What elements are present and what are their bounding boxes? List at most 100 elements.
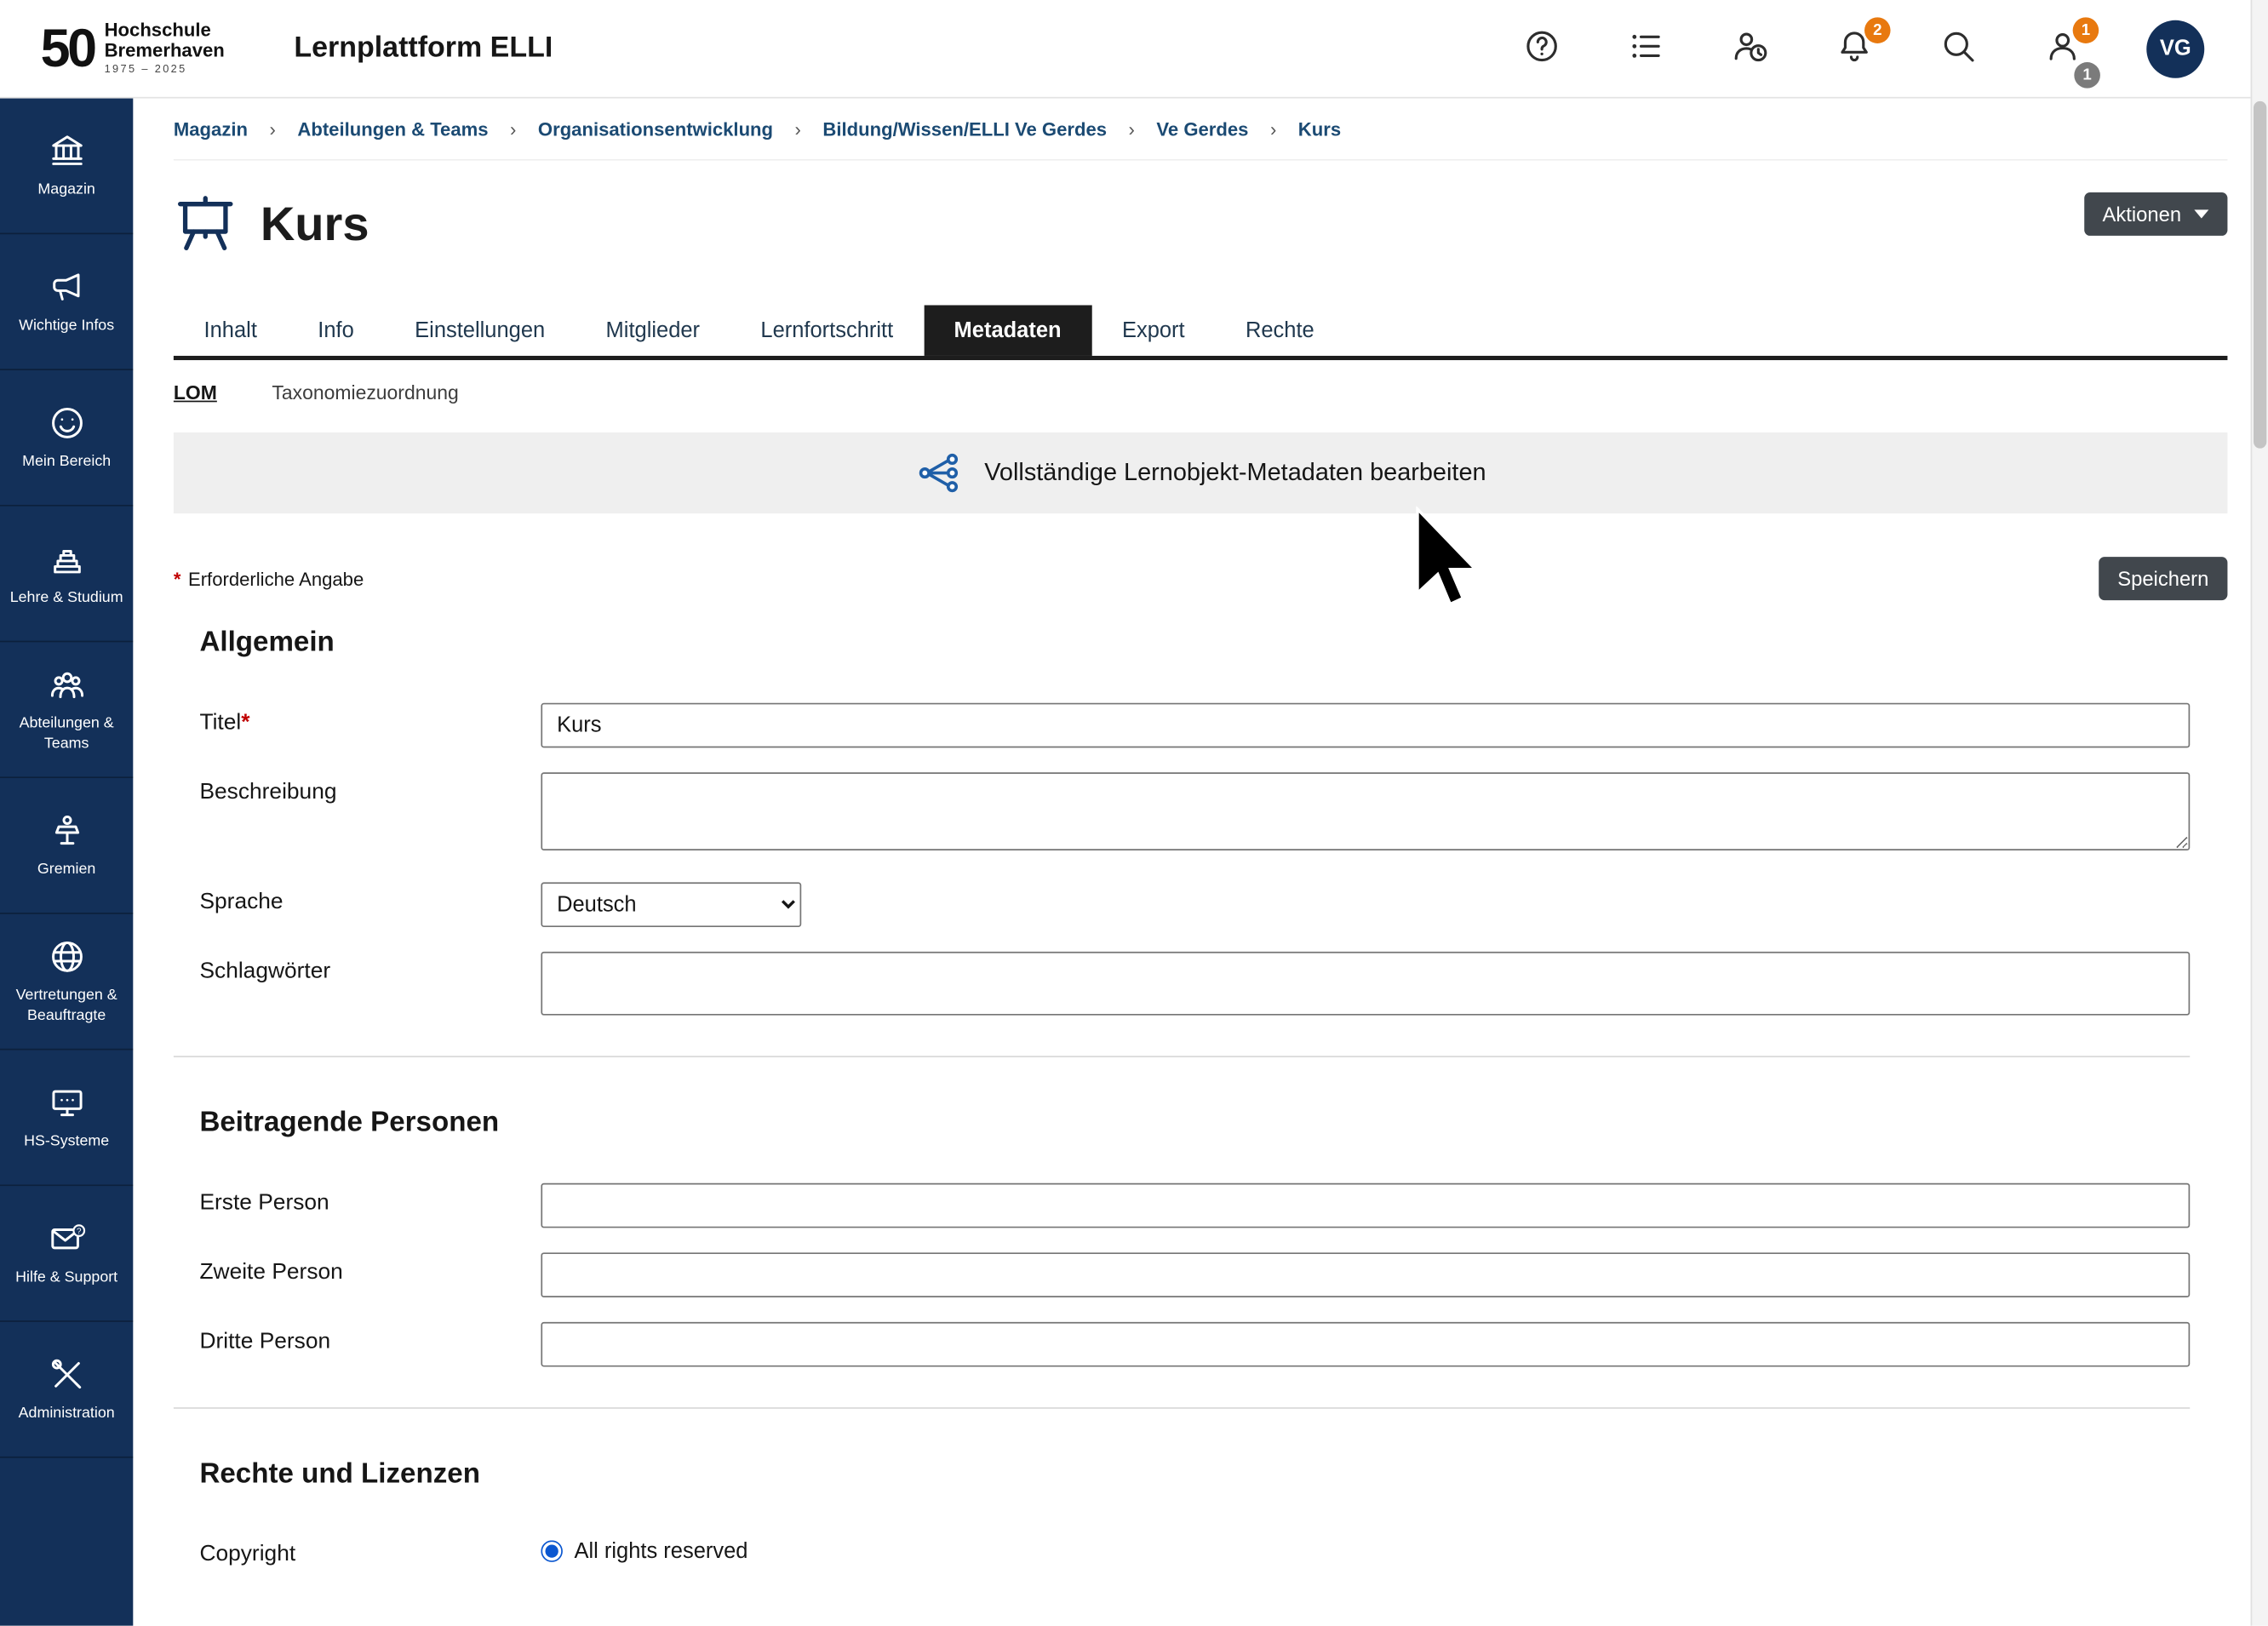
sidebar-item-lehre-studium[interactable]: Lehre & Studium — [0, 507, 133, 643]
lectern-icon — [47, 811, 86, 850]
sidebar-item-abteilungen-teams[interactable]: Abteilungen & Teams — [0, 642, 133, 778]
logo-line1: Hochschule — [105, 21, 225, 42]
question-circle-icon — [1523, 27, 1561, 69]
notifications-badge: 2 — [1864, 17, 1891, 43]
tools-icon — [47, 1354, 86, 1394]
required-note: * Erforderliche Angabe — [174, 568, 364, 589]
books-icon — [47, 539, 86, 578]
logo-50: 50 — [41, 21, 94, 75]
breadcrumb-link-bildung-wissen[interactable]: Bildung/Wissen/ELLI Ve Gerdes — [822, 117, 1107, 139]
lists-button[interactable] — [1626, 28, 1667, 69]
section-heading-allgemein: Allgemein — [174, 627, 2228, 660]
tab-metadaten[interactable]: Metadaten — [924, 305, 1091, 355]
tab-info[interactable]: Info — [288, 305, 385, 355]
subtab-lom[interactable]: LOM — [174, 382, 217, 404]
titel-label: Titel* — [199, 703, 541, 736]
smiley-icon — [47, 403, 86, 442]
sidebar-item-wichtige-infos[interactable]: Wichtige Infos — [0, 234, 133, 370]
section-divider — [174, 1056, 2190, 1057]
erste-person-input[interactable] — [541, 1183, 2190, 1228]
logo-line2: Bremerhaven — [105, 41, 225, 61]
sidebar-item-hilfe-support[interactable]: ? Hilfe & Support — [0, 1186, 133, 1322]
globe-icon — [47, 937, 86, 976]
user-avatar[interactable]: VG — [2146, 20, 2204, 77]
course-easel-icon — [174, 192, 238, 256]
breadcrumb-separator: › — [510, 117, 516, 139]
mail-help-icon: ? — [47, 1219, 86, 1258]
dritte-person-label: Dritte Person — [199, 1322, 541, 1355]
user-clock-icon — [1732, 27, 1769, 69]
sprache-select[interactable]: Deutsch — [541, 882, 801, 927]
form-row-beschreibung: Beschreibung — [174, 772, 2228, 857]
zweite-person-input[interactable] — [541, 1252, 2190, 1297]
topbar-actions: 2 1 1 VG — [1521, 20, 2268, 77]
titel-input[interactable] — [541, 703, 2190, 748]
tab-inhalt[interactable]: Inhalt — [174, 305, 288, 355]
page-title: Kurs — [261, 197, 369, 252]
search-button[interactable] — [1939, 28, 1979, 69]
section-heading-beitragende: Beitragende Personen — [174, 1107, 2228, 1140]
sprache-label: Sprache — [199, 882, 541, 915]
help-button[interactable] — [1521, 28, 1562, 69]
breadcrumb-link-kurs[interactable]: Kurs — [1298, 117, 1341, 139]
app-title: Lernplattform ELLI — [294, 31, 553, 65]
copyright-label: Copyright — [199, 1535, 541, 1568]
svg-text:?: ? — [76, 1227, 81, 1236]
breadcrumb-link-abteilungen[interactable]: Abteilungen & Teams — [297, 117, 488, 139]
sidebar-item-hs-systeme[interactable]: HS-Systeme — [0, 1050, 133, 1186]
sidebar-item-magazin[interactable]: Magazin — [0, 99, 133, 235]
subtab-bar: LOM Taxonomiezuordnung — [174, 382, 2228, 404]
beschreibung-label: Beschreibung — [199, 772, 541, 805]
sidebar-item-gremien[interactable]: Gremien — [0, 778, 133, 914]
tab-einstellungen[interactable]: Einstellungen — [384, 305, 575, 355]
bank-icon — [47, 131, 86, 170]
people-icon — [47, 665, 86, 704]
app-window: 50 Hochschule Bremerhaven 1975 – 2025 Le… — [0, 0, 2268, 1626]
metadata-form: Allgemein Titel* Beschreibung Sprache — [174, 627, 2228, 1568]
chevron-down-icon — [2194, 209, 2208, 218]
tab-lernfortschritt[interactable]: Lernfortschritt — [730, 305, 924, 355]
tab-mitglieder[interactable]: Mitglieder — [576, 305, 730, 355]
section-heading-rechte: Rechte und Lizenzen — [174, 1458, 2228, 1491]
form-row-zweite-person: Zweite Person — [174, 1252, 2228, 1297]
contacts-secondary-badge: 1 — [2074, 61, 2100, 88]
breadcrumb-separator: › — [270, 117, 276, 139]
dritte-person-input[interactable] — [541, 1322, 2190, 1367]
page-header: Kurs Aktionen — [174, 178, 2228, 271]
speichern-button[interactable]: Speichern — [2099, 557, 2227, 600]
aktionen-button[interactable]: Aktionen — [2083, 192, 2227, 236]
form-toolbar: * Erforderliche Angabe Speichern — [174, 557, 2228, 600]
sidebar-item-administration[interactable]: Administration — [0, 1322, 133, 1458]
breadcrumb-separator: › — [795, 117, 801, 139]
copyright-radio-all-rights-reserved[interactable] — [541, 1540, 562, 1561]
sidebar-item-vertretungen[interactable]: Vertretungen & Beauftragte — [0, 914, 133, 1051]
vertical-scrollbar[interactable] — [2251, 0, 2268, 1626]
contacts-button[interactable]: 1 1 — [2042, 28, 2083, 69]
zweite-person-label: Zweite Person — [199, 1252, 541, 1285]
contacts-badge: 1 — [2073, 17, 2099, 43]
form-row-titel: Titel* — [174, 703, 2228, 748]
form-row-copyright: Copyright All rights reserved — [174, 1535, 2228, 1568]
notifications-button[interactable]: 2 — [1834, 28, 1875, 69]
bullet-list-icon — [1627, 27, 1664, 69]
tab-rechte[interactable]: Rechte — [1215, 305, 1344, 355]
breadcrumb-link-ve-gerdes[interactable]: Ve Gerdes — [1156, 117, 1248, 139]
tab-export[interactable]: Export — [1091, 305, 1215, 355]
subtab-taxonomiezuordnung[interactable]: Taxonomiezuordnung — [272, 382, 458, 404]
scrollbar-thumb[interactable] — [2254, 101, 2266, 449]
megaphone-icon — [47, 267, 86, 306]
logo-years: 1975 – 2025 — [105, 65, 225, 77]
breadcrumb-link-magazin[interactable]: Magazin — [174, 117, 248, 139]
breadcrumb-link-organisationsentwicklung[interactable]: Organisationsentwicklung — [538, 117, 773, 139]
erste-person-label: Erste Person — [199, 1183, 541, 1217]
edit-full-metadata-banner[interactable]: Vollständige Lernobjekt-Metadaten bearbe… — [174, 432, 2228, 513]
banner-label: Vollständige Lernobjekt-Metadaten bearbe… — [984, 459, 1486, 488]
schlagwoerter-input[interactable] — [541, 952, 2190, 1016]
sidebar-item-mein-bereich[interactable]: Mein Bereich — [0, 370, 133, 507]
form-row-erste-person: Erste Person — [174, 1183, 2228, 1228]
main-content: Magazin › Abteilungen & Teams › Organisa… — [133, 99, 2268, 1626]
monitor-icon — [47, 1083, 86, 1122]
awareness-button[interactable] — [1730, 28, 1771, 69]
beschreibung-textarea[interactable] — [541, 772, 2190, 850]
search-icon — [1939, 27, 1977, 69]
